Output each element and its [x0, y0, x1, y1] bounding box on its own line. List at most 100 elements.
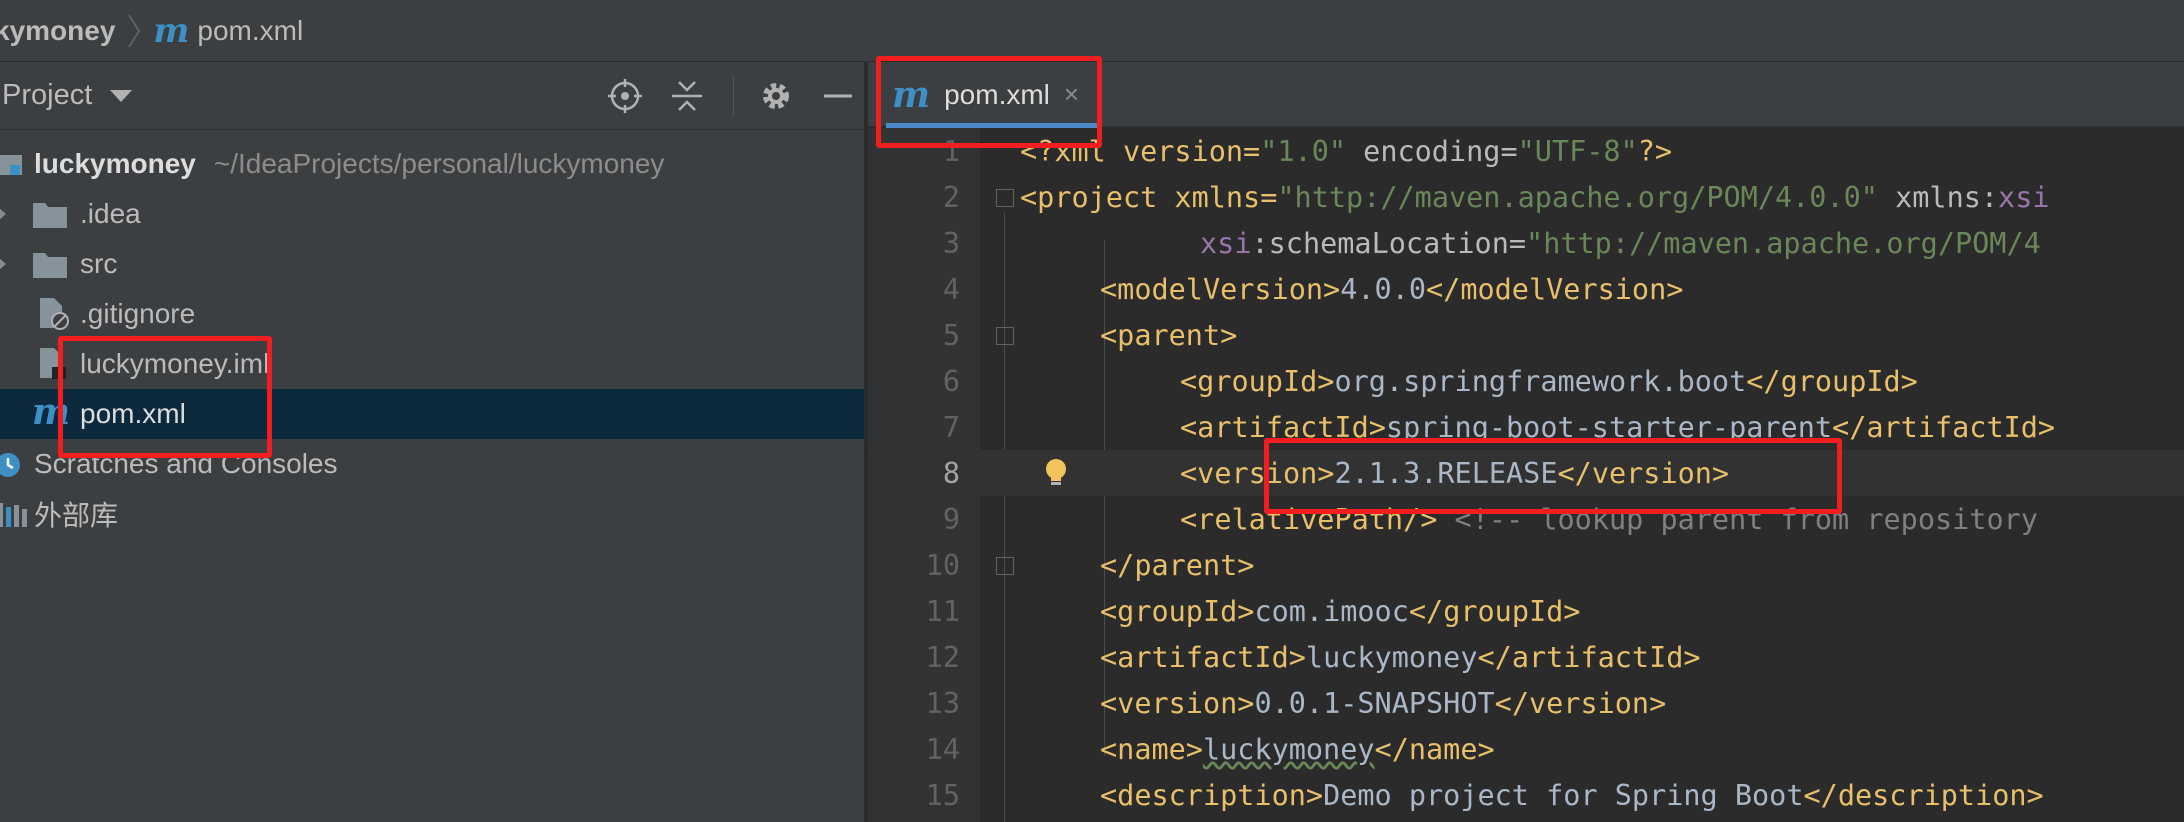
code-token: <modelVersion> [1100, 273, 1341, 306]
code-token: Demo project for Spring Boot [1323, 779, 1804, 812]
code-line: 12 <artifactId>luckymoney</artifactId> [868, 634, 2184, 680]
gear-icon[interactable] [756, 76, 796, 116]
code-token: "http://maven.apache.org/POM/4.0.0" [1277, 181, 1878, 214]
tree-item-label: .gitignore [80, 298, 196, 329]
code-line: 4 <modelVersion>4.0.0</modelVersion> [868, 266, 2184, 312]
code-token: </modelVersion> [1426, 273, 1684, 306]
code-token: org.springframework.boot [1334, 365, 1747, 398]
code-line: 15 <description>Demo project for Spring … [868, 772, 2184, 818]
toolbar-divider [733, 76, 734, 116]
code-token: "http://maven.apache.org/POM/4 [1526, 227, 2041, 260]
lightbulb-icon[interactable] [1042, 458, 1070, 488]
hide-icon[interactable] [818, 76, 858, 116]
tree-item-luckymoney[interactable]: luckymoney ~/IdeaProjects/personal/lucky… [0, 139, 864, 189]
expand-arrow-icon[interactable] [0, 257, 6, 271]
code-line: 14 <name>luckymoney</name> [868, 726, 2184, 772]
line-number: 5 [942, 319, 960, 352]
code-token: encoding= [1346, 135, 1518, 168]
line-number: 9 [942, 503, 960, 536]
code-token: com.imooc [1254, 595, 1409, 628]
code-token: <name> [1100, 733, 1203, 766]
project-toolbar [583, 62, 864, 130]
code-token: </description> [1803, 779, 2044, 812]
fold-icon[interactable] [996, 189, 1014, 207]
line-number: 13 [925, 687, 960, 720]
ignored-file-icon [40, 298, 69, 330]
code-line: 2 <project xmlns="http://maven.apache.or… [868, 174, 2184, 220]
tree-item-label: src [80, 248, 118, 279]
breadcrumb-project[interactable]: kymoney [0, 15, 115, 47]
scratches-icon [0, 453, 20, 477]
code-token: </artifactId> [1477, 641, 1701, 674]
code-token: :schemaLocation= [1251, 227, 1527, 260]
chevron-down-icon[interactable] [110, 89, 133, 102]
code-token: "1.0" [1260, 135, 1347, 168]
code-token: </parent> [1100, 549, 1255, 582]
code-token: ?> [1637, 135, 1673, 168]
line-number: 6 [942, 365, 960, 398]
tree-item-idea[interactable]: .idea [0, 189, 864, 239]
code-token: <parent> [1100, 319, 1238, 352]
line-number: 10 [925, 549, 960, 582]
code-token: 0.0.1-SNAPSHOT [1254, 687, 1495, 720]
collapse-all-icon[interactable] [667, 76, 707, 116]
code-token: <groupId> [1180, 365, 1335, 398]
code-token: "UTF-8" [1517, 135, 1638, 168]
line-number: 2 [942, 181, 960, 214]
tree-item-external-libraries[interactable]: 外部库 [0, 489, 864, 539]
code-line: 6 <groupId>org.springframework.boot</gro… [868, 358, 2184, 404]
fold-icon[interactable] [996, 557, 1014, 575]
line-number: 8 [942, 457, 960, 490]
line-number: 12 [925, 641, 960, 674]
breadcrumb-separator-icon [128, 13, 141, 48]
locate-icon[interactable] [605, 76, 645, 116]
code-token: <groupId> [1100, 595, 1255, 628]
tree-item-label: 外部库 [34, 500, 119, 531]
maven-icon: m [153, 10, 190, 51]
code-token: xsi [1998, 181, 2050, 214]
code-token: 4.0.0 [1340, 273, 1427, 306]
code-token: <project xmlns= [1020, 181, 1278, 214]
code-line: 5 <parent> [868, 312, 2184, 358]
line-number: 3 [942, 227, 960, 260]
expand-arrow-icon[interactable] [0, 207, 6, 221]
code-line: 13 <version>0.0.1-SNAPSHOT</version> [868, 680, 2184, 726]
code-token: </version> [1494, 687, 1667, 720]
code-token: luckymoney [1305, 641, 1478, 674]
code-line: 11 <groupId>com.imooc</groupId> [868, 588, 2184, 634]
annotation-box-tab [876, 56, 1102, 148]
code-token: xmlns: [1877, 181, 1999, 214]
tree-item-label: .idea [80, 198, 141, 229]
code-token: luckymoney [1202, 733, 1375, 766]
tree-item-label: luckymoney [34, 148, 196, 179]
folder-icon [33, 253, 67, 278]
line-number: 11 [925, 595, 960, 628]
tree-item-src[interactable]: src [0, 239, 864, 289]
project-path-hint: ~/IdeaProjects/personal/luckymoney [213, 148, 665, 179]
code-token: xsi [1200, 227, 1252, 260]
breadcrumb-file[interactable]: pom.xml [197, 15, 303, 47]
line-number: 7 [942, 411, 960, 444]
fold-icon[interactable] [996, 327, 1014, 345]
code-token: </name> [1374, 733, 1495, 766]
code-token: <artifactId> [1100, 641, 1306, 674]
code-token: </groupId> [1408, 595, 1581, 628]
folder-icon [33, 203, 67, 228]
tree-item-gitignore[interactable]: .gitignore [0, 289, 864, 339]
code-token: </artifactId> [1832, 411, 2056, 444]
code-token: </groupId> [1746, 365, 1918, 398]
code-line: 10 </parent> [868, 542, 2184, 588]
code-line: 3 xsi:schemaLocation="http://maven.apach… [868, 220, 2184, 266]
line-number: 14 [925, 733, 960, 766]
project-pane-header: Project [0, 62, 864, 130]
libraries-icon [0, 503, 27, 527]
module-folder-icon [0, 155, 22, 175]
navigation-bar: kymoney m pom.xml [0, 0, 2184, 62]
line-number: 4 [942, 273, 960, 306]
annotation-box-version [1264, 438, 1842, 514]
line-number: 15 [925, 779, 960, 812]
project-view-selector[interactable]: Project [2, 79, 92, 112]
annotation-box-pom-tree [58, 336, 272, 458]
code-token: <description> [1100, 779, 1324, 812]
code-token: <version> [1100, 687, 1255, 720]
